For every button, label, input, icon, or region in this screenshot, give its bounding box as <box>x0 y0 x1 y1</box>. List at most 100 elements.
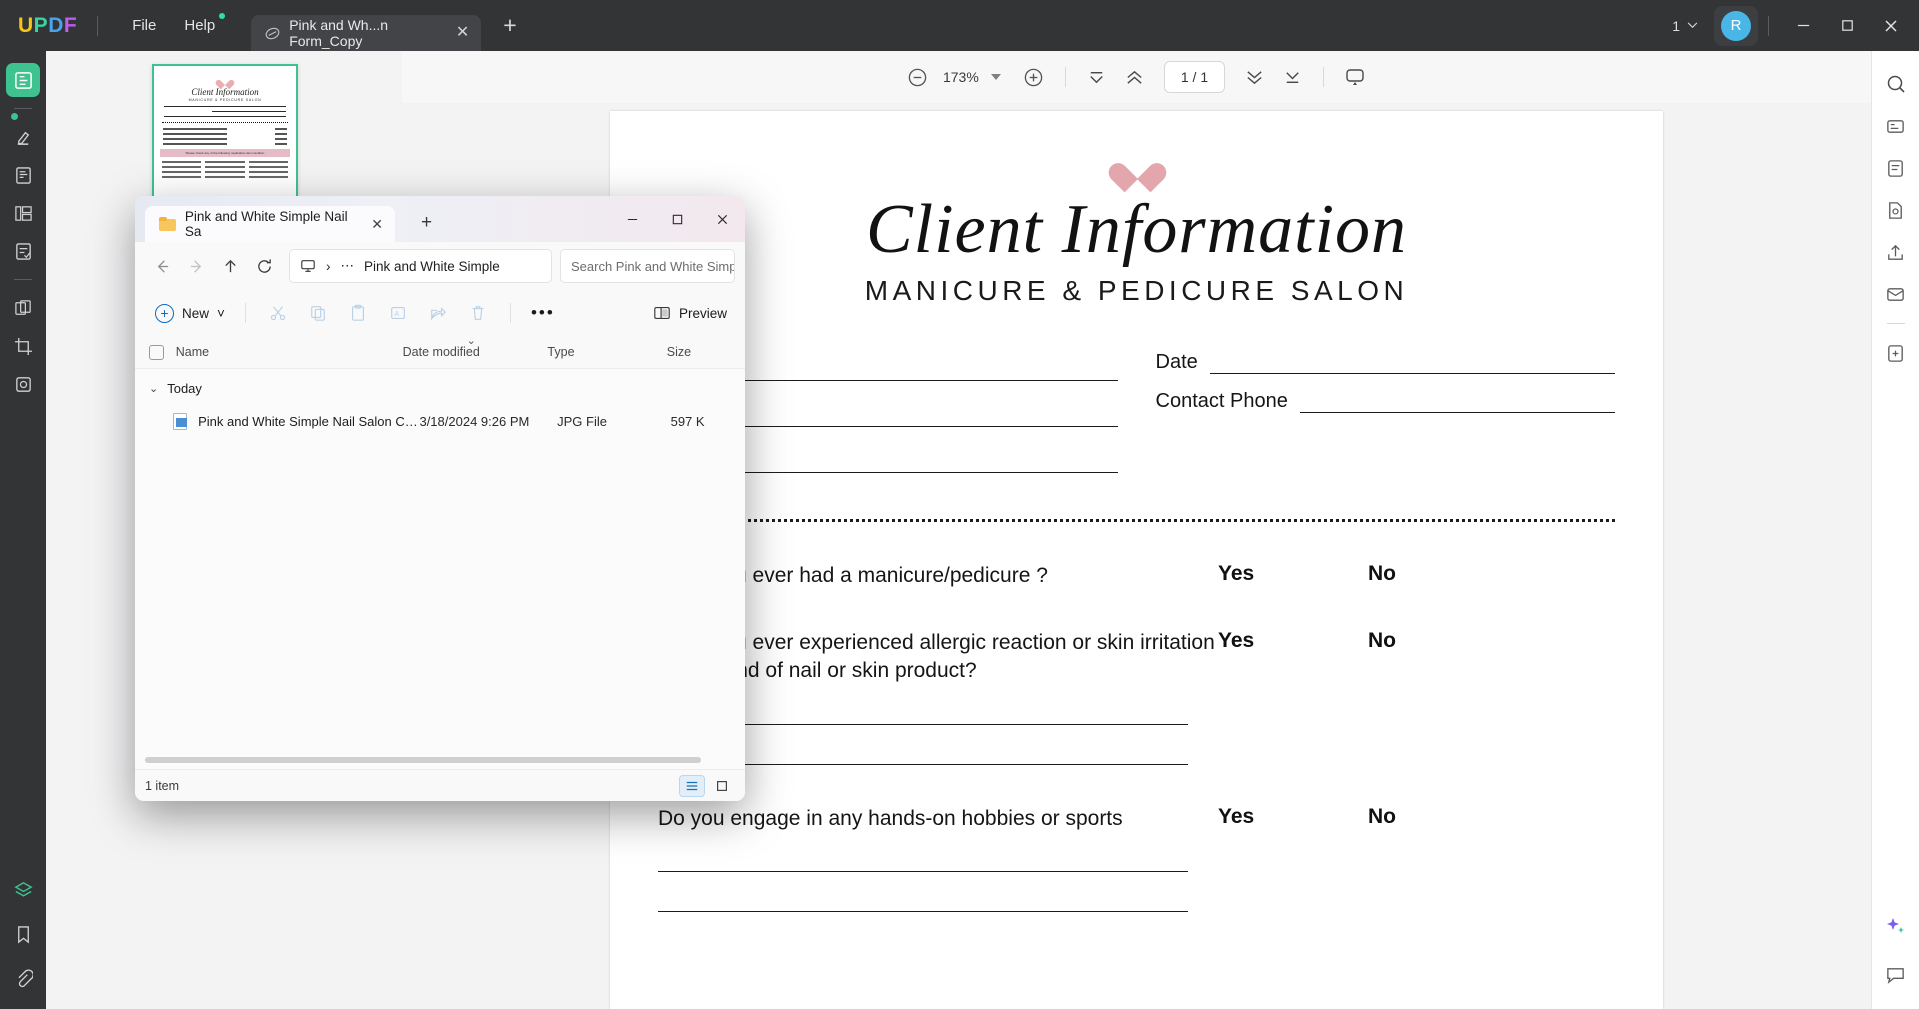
column-header-name[interactable]: Name <box>176 345 403 359</box>
presentation-mode-button[interactable] <box>1336 58 1374 96</box>
mail-button[interactable] <box>1879 277 1913 311</box>
cut-button[interactable] <box>258 296 298 330</box>
maximize-button[interactable] <box>1825 1 1869 51</box>
thumbnail-row <box>163 143 287 145</box>
pdf-page: Client Information MANICURE & PEDICURE S… <box>610 111 1663 1009</box>
share-button[interactable] <box>418 296 458 330</box>
sidebar-item-reader[interactable] <box>6 63 40 97</box>
account-button[interactable]: R <box>1714 5 1758 46</box>
copy-button[interactable] <box>298 296 338 330</box>
scan-button[interactable] <box>1879 151 1913 185</box>
select-all-checkbox[interactable] <box>149 344 164 360</box>
question-yes-option[interactable]: Yes <box>1218 629 1368 653</box>
zoom-dropdown-icon[interactable] <box>990 74 1001 80</box>
question-no-option[interactable]: No <box>1368 805 1518 829</box>
sidebar-item-edit-pdf[interactable] <box>6 158 40 192</box>
compress-button[interactable] <box>1879 336 1913 370</box>
thumbnail-line <box>164 116 286 117</box>
sidebar-item-convert[interactable] <box>6 291 40 325</box>
preview-button[interactable]: Preview <box>653 304 733 322</box>
question-row-1: Have you ever had a manicure/pedicure ? … <box>610 562 1663 590</box>
next-page-button[interactable] <box>1235 58 1273 96</box>
explorer-new-tab-button[interactable]: + <box>421 212 432 242</box>
search-input[interactable]: Search Pink and White Simple Nai <box>560 249 735 283</box>
explorer-status-bar: 1 item <box>135 769 745 801</box>
explorer-tab-title: Pink and White Simple Nail Sa <box>184 209 348 239</box>
column-header-date-modified[interactable]: Date modified ⌄ <box>403 335 548 359</box>
large-icons-view-icon <box>717 780 727 791</box>
address-bar[interactable]: › ⋯ Pink and White Simple <box>289 249 552 283</box>
svg-text:A: A <box>394 309 399 318</box>
page-indicator[interactable]: 1 / 1 <box>1163 61 1226 93</box>
previous-page-button[interactable] <box>1116 58 1154 96</box>
column-header-size[interactable]: Size <box>667 345 745 359</box>
search-button[interactable] <box>1879 67 1913 101</box>
explorer-maximize-button[interactable] <box>655 196 700 242</box>
sidebar-item-organize-pages[interactable] <box>6 196 40 230</box>
menu-help[interactable]: Help <box>170 11 229 40</box>
file-list[interactable]: ⌄ Today Pink and White Simple Nail Salon… <box>135 369 745 769</box>
share-button[interactable] <box>1879 235 1913 269</box>
ocr-button[interactable] <box>1879 109 1913 143</box>
refresh-button[interactable] <box>247 249 281 283</box>
sidebar-item-annotate[interactable] <box>6 120 40 154</box>
sidebar-item-crop[interactable] <box>6 329 40 363</box>
file-group-header[interactable]: ⌄ Today <box>135 369 745 406</box>
new-button[interactable]: + New ˅ <box>147 303 233 323</box>
sort-ascending-icon: ⌄ <box>466 335 476 347</box>
close-button[interactable] <box>1869 1 1913 51</box>
breadcrumb-separator: › <box>326 258 331 274</box>
zoom-level-value[interactable]: 173% <box>937 69 985 85</box>
zoom-in-button[interactable] <box>1015 58 1053 96</box>
sidebar-item-layers[interactable] <box>6 873 40 907</box>
maximize-icon <box>672 214 683 224</box>
close-icon[interactable]: ✕ <box>371 216 383 233</box>
answer-line-3b[interactable] <box>658 886 1188 913</box>
zoom-out-button[interactable] <box>899 58 937 96</box>
paste-button[interactable] <box>338 296 378 330</box>
close-icon[interactable]: ✕ <box>456 25 469 41</box>
large-icons-view-button[interactable] <box>709 775 735 797</box>
rename-button[interactable]: A <box>378 296 418 330</box>
reader-icon <box>14 71 32 89</box>
question-no-option[interactable]: No <box>1368 562 1518 586</box>
question-yes-option[interactable]: Yes <box>1218 562 1368 586</box>
document-tab[interactable]: Pink and Wh...n Form_Copy ✕ <box>251 15 482 51</box>
close-icon <box>717 214 728 224</box>
breadcrumb-overflow[interactable]: ⋯ <box>341 258 355 274</box>
first-page-button[interactable] <box>1078 58 1116 96</box>
question-yes-option[interactable]: Yes <box>1218 805 1368 829</box>
chat-button[interactable] <box>1879 957 1913 991</box>
menu-file[interactable]: File <box>118 11 170 40</box>
forward-button[interactable] <box>179 249 213 283</box>
form-input-contact-phone[interactable] <box>1299 391 1615 413</box>
explorer-close-button[interactable] <box>700 196 745 242</box>
document-info-button[interactable] <box>1879 193 1913 227</box>
sidebar-item-form[interactable] <box>6 234 40 268</box>
window-pagecount[interactable]: 1 <box>1672 18 1698 34</box>
last-page-button[interactable] <box>1273 58 1311 96</box>
back-button[interactable] <box>145 249 179 283</box>
delete-button[interactable] <box>458 296 498 330</box>
details-view-button[interactable] <box>679 774 705 797</box>
answer-line-3a[interactable] <box>658 846 1188 873</box>
app-titlebar: U P D F File Help Pink and Wh...n Form_C… <box>0 0 1919 51</box>
sidebar-item-protect[interactable] <box>6 367 40 401</box>
up-button[interactable] <box>213 249 247 283</box>
question-no-option[interactable]: No <box>1368 629 1518 653</box>
sidebar-item-bookmark[interactable] <box>6 917 40 951</box>
more-options-button[interactable]: ••• <box>523 296 563 330</box>
form-input-date[interactable] <box>1209 352 1615 374</box>
document-tab-title: Pink and Wh...n Form_Copy <box>289 17 389 49</box>
new-tab-button[interactable]: + <box>503 12 516 39</box>
table-row[interactable]: Pink and White Simple Nail Salon Clie...… <box>135 406 745 436</box>
horizontal-scrollbar[interactable] <box>145 757 701 763</box>
explorer-minimize-button[interactable] <box>610 196 655 242</box>
explorer-tab[interactable]: Pink and White Simple Nail Sa ✕ <box>145 206 395 242</box>
minimize-button[interactable] <box>1781 1 1825 51</box>
rail-divider-2 <box>14 279 32 280</box>
sidebar-item-attachment[interactable] <box>6 961 40 995</box>
column-header-type[interactable]: Type <box>547 345 666 359</box>
ai-assistant-button[interactable] <box>1879 909 1913 943</box>
breadcrumb-current[interactable]: Pink and White Simple <box>364 259 500 274</box>
